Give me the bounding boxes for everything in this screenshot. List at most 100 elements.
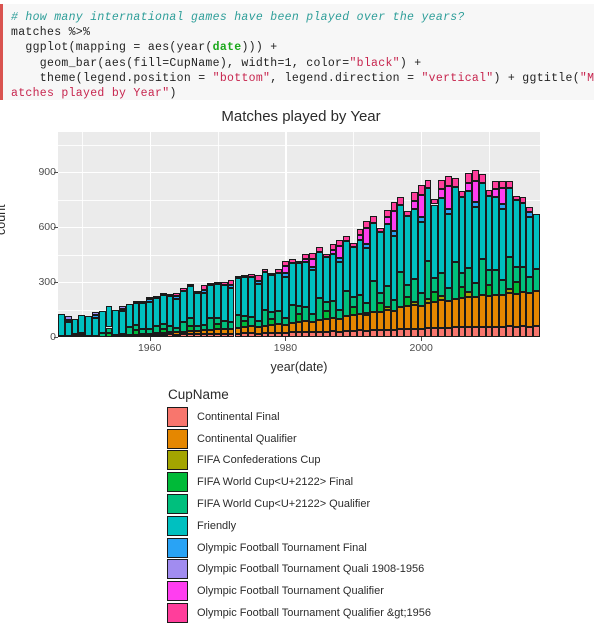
bar-1958[interactable] <box>132 300 140 337</box>
bar-segment <box>315 331 323 337</box>
bar-2012[interactable] <box>499 181 507 337</box>
bar-1999[interactable] <box>411 192 418 337</box>
bar-1949[interactable] <box>71 318 79 337</box>
bar-1957[interactable] <box>125 304 133 337</box>
bar-1955[interactable] <box>112 310 120 337</box>
bar-1991[interactable] <box>356 228 364 337</box>
bar-2014[interactable] <box>512 195 520 337</box>
bar-1973[interactable] <box>234 275 242 337</box>
bar-1982[interactable] <box>295 260 303 337</box>
legend-item-4[interactable]: FIFA World Cup<U+2122> Qualifier <box>167 493 431 515</box>
code-line: atches played by Year") <box>11 86 594 101</box>
bar-segment <box>295 260 303 264</box>
bar-2002[interactable] <box>431 199 439 337</box>
bar-1980[interactable] <box>282 261 289 337</box>
bar-1967[interactable] <box>193 290 201 337</box>
bar-segment <box>458 327 466 337</box>
bar-1997[interactable] <box>397 197 405 337</box>
bar-2000[interactable] <box>417 185 425 337</box>
legend-item-5[interactable]: Friendly <box>167 515 431 537</box>
bar-1983[interactable] <box>302 254 310 337</box>
bar-2013[interactable] <box>506 180 513 337</box>
legend-item-7[interactable]: Olympic Football Tournament Quali 1908-1… <box>167 559 431 581</box>
bar-1968[interactable] <box>200 285 208 337</box>
bar-1963[interactable] <box>166 293 174 337</box>
bar-1974[interactable] <box>241 275 249 337</box>
bar-segment <box>261 271 269 310</box>
legend-item-3[interactable]: FIFA World Cup<U+2122> Final <box>167 471 431 493</box>
bar-1994[interactable] <box>377 227 384 337</box>
bar-segment <box>519 326 527 337</box>
bar-2009[interactable] <box>478 173 486 337</box>
bar-1964[interactable] <box>173 292 181 337</box>
bar-1992[interactable] <box>363 220 371 337</box>
bar-segment <box>200 290 208 294</box>
legend-item-1[interactable]: Continental Qualifier <box>167 428 431 450</box>
bar-1948[interactable] <box>64 315 72 337</box>
bar-1961[interactable] <box>153 295 160 337</box>
bar-1988[interactable] <box>336 240 344 337</box>
bar-1986[interactable] <box>322 253 330 337</box>
bar-segment <box>159 334 167 337</box>
bar-2007[interactable] <box>465 173 473 337</box>
bar-2008[interactable] <box>472 170 479 337</box>
bar-1953[interactable] <box>98 311 106 337</box>
bar-1965[interactable] <box>180 287 187 337</box>
bar-1990[interactable] <box>349 243 357 337</box>
bar-1996[interactable] <box>390 202 398 337</box>
bar-segment <box>200 285 208 291</box>
bar-2011[interactable] <box>492 180 500 337</box>
bar-1998[interactable] <box>404 210 411 337</box>
code-block[interactable]: # how many international games have been… <box>0 4 594 100</box>
bar-1956[interactable] <box>119 306 126 337</box>
bar-2017[interactable] <box>533 213 540 337</box>
bar-1979[interactable] <box>275 268 283 337</box>
bar-1972[interactable] <box>227 279 235 337</box>
bar-segment <box>234 327 242 334</box>
bar-2006[interactable] <box>458 191 466 337</box>
bar-1977[interactable] <box>261 268 269 337</box>
bar-segment <box>363 302 371 313</box>
bar-2001[interactable] <box>424 179 432 337</box>
bar-segment <box>227 334 235 337</box>
bar-1976[interactable] <box>254 275 262 337</box>
bar-1966[interactable] <box>186 283 194 337</box>
legend-item-8[interactable]: Olympic Football Tournament Qualifier <box>167 580 431 602</box>
bar-1960[interactable] <box>146 296 154 337</box>
bar-1971[interactable] <box>220 282 228 337</box>
legend-item-6[interactable]: Olympic Football Tournament Final <box>167 537 431 559</box>
bar-1970[interactable] <box>214 281 221 337</box>
bar-2015[interactable] <box>519 197 527 337</box>
bar-1995[interactable] <box>383 209 391 337</box>
bar-segment <box>153 334 160 337</box>
bar-1947[interactable] <box>58 313 65 337</box>
y-tick-mark <box>53 172 58 174</box>
bar-2005[interactable] <box>451 177 459 337</box>
bar-1984[interactable] <box>309 253 316 337</box>
legend-item-0[interactable]: Continental Final <box>167 406 431 428</box>
bar-1959[interactable] <box>139 301 147 337</box>
bar-1954[interactable] <box>105 305 113 337</box>
bar-2004[interactable] <box>444 176 452 337</box>
bar-1981[interactable] <box>288 259 296 337</box>
bar-1962[interactable] <box>159 292 167 337</box>
bar-1952[interactable] <box>91 312 99 337</box>
bar-2016[interactable] <box>526 206 534 337</box>
bar-1987[interactable] <box>329 244 337 337</box>
bar-1969[interactable] <box>207 282 215 337</box>
bar-segment <box>424 302 432 329</box>
bar-2010[interactable] <box>485 190 493 337</box>
bar-2003[interactable] <box>438 180 445 337</box>
bar-1975[interactable] <box>248 274 255 337</box>
bar-1951[interactable] <box>85 316 92 337</box>
bar-1978[interactable] <box>268 272 276 337</box>
bar-1993[interactable] <box>370 216 378 337</box>
bar-segment <box>91 312 99 316</box>
bar-1950[interactable] <box>78 315 86 337</box>
bar-segment <box>417 185 425 195</box>
legend-item-9[interactable]: Olympic Football Tournament Qualifier &g… <box>167 602 431 624</box>
bar-1989[interactable] <box>343 235 350 337</box>
bar-segment <box>404 210 411 216</box>
bar-1985[interactable] <box>315 247 323 337</box>
legend-item-2[interactable]: FIFA Confederations Cup <box>167 450 431 472</box>
